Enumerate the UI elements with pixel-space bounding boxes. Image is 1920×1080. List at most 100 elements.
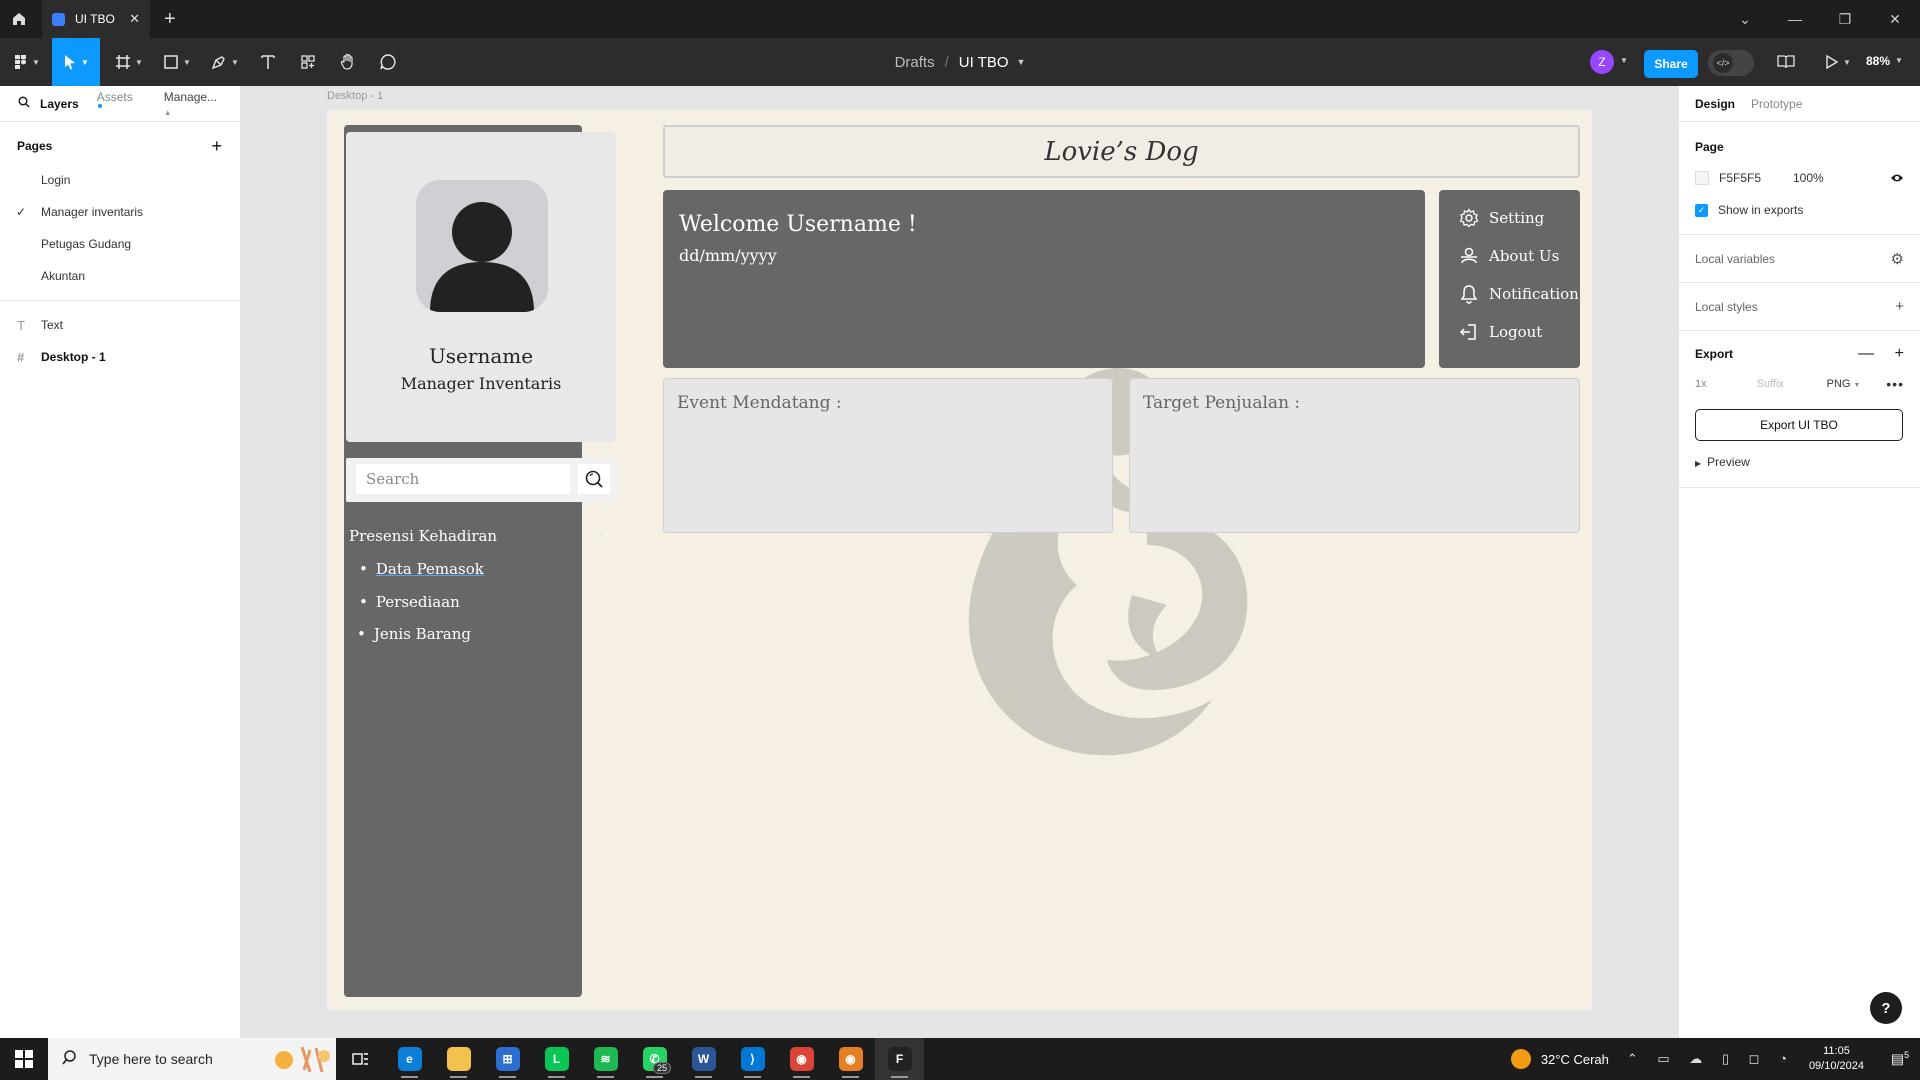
comment-tool-button[interactable] bbox=[372, 38, 404, 86]
window-tab-bar: UI TBO ✕ + ⌄ — ❐ ✕ bbox=[0, 0, 1920, 38]
layer-item[interactable]: # Desktop - 1 bbox=[0, 341, 240, 373]
local-variables-row[interactable]: Local variables ⚙ bbox=[1679, 235, 1920, 283]
chevron-down-icon[interactable]: ▼ bbox=[1895, 56, 1903, 65]
add-style-icon[interactable]: + bbox=[1895, 298, 1904, 315]
menu-item-persediaan[interactable]: • Persediaan bbox=[359, 593, 460, 611]
search-icon[interactable] bbox=[18, 96, 30, 111]
page-item[interactable]: Akuntan bbox=[0, 260, 240, 292]
text-tool-button[interactable] bbox=[252, 38, 284, 86]
taskbar-app-word[interactable]: W bbox=[679, 1038, 728, 1080]
more-options-icon[interactable]: ••• bbox=[1886, 376, 1904, 392]
shape-tool-button[interactable]: ▼ bbox=[158, 38, 196, 86]
tab-list-chevron-icon[interactable]: ⌄ bbox=[1720, 11, 1770, 28]
restore-button[interactable]: ❐ bbox=[1820, 11, 1870, 28]
dev-mode-toggle[interactable]: </> bbox=[1708, 50, 1754, 76]
page-opacity-value[interactable]: 100% bbox=[1793, 171, 1824, 185]
page-item[interactable]: Petugas Gudang bbox=[0, 228, 240, 260]
desktop-frame[interactable]: Username Manager Inventaris Presensi Keh… bbox=[327, 110, 1592, 1010]
menu-presensi-kehadiran[interactable]: Presensi Kehadiran › bbox=[349, 527, 609, 545]
running-indicator bbox=[597, 1076, 614, 1078]
taskbar-app-whatsapp[interactable]: ✆ 25 bbox=[630, 1038, 679, 1080]
clock[interactable]: 11:05 09/10/2024 bbox=[1809, 1044, 1864, 1074]
close-tab-icon[interactable]: ✕ bbox=[129, 11, 140, 27]
export-suffix-input[interactable]: Suffix bbox=[1757, 378, 1827, 390]
taskbar-search[interactable]: Type here to search bbox=[48, 1038, 336, 1080]
tab-assets[interactable]: Assets bbox=[97, 90, 134, 118]
taskbar-apps: e ⊞ L ≋ ✆ 25 W ⟩ ◉ ◉ F bbox=[385, 1038, 924, 1080]
pen-tool-button[interactable]: ▼ bbox=[206, 38, 244, 86]
export-format-select[interactable]: PNG ▼ bbox=[1827, 378, 1861, 390]
tab-layers[interactable]: Layers bbox=[40, 97, 79, 111]
minimize-button[interactable]: — bbox=[1770, 11, 1820, 27]
tab-design[interactable]: Design bbox=[1695, 97, 1735, 111]
menu-setting[interactable]: Setting bbox=[1459, 208, 1544, 228]
add-export-icon[interactable]: + bbox=[1895, 345, 1904, 363]
eye-icon[interactable] bbox=[1890, 171, 1904, 186]
frame-label[interactable]: Desktop - 1 bbox=[327, 90, 383, 102]
comment-icon bbox=[380, 54, 396, 70]
menu-setting-label: Setting bbox=[1489, 209, 1545, 227]
taskbar-app-chrome-2[interactable]: ◉ bbox=[826, 1038, 875, 1080]
menu-logout-label: Logout bbox=[1489, 323, 1543, 341]
search-input[interactable] bbox=[356, 464, 570, 494]
present-button[interactable]: ▼ bbox=[1818, 38, 1858, 86]
taskbar-app-vscode[interactable]: ⟩ bbox=[728, 1038, 777, 1080]
page-item[interactable]: ✓ Manager inventaris bbox=[0, 196, 240, 228]
breadcrumb-drafts[interactable]: Drafts bbox=[895, 54, 935, 71]
notification-center-button[interactable]: ▤5 bbox=[1880, 1050, 1920, 1068]
resources-tool-button[interactable] bbox=[292, 38, 324, 86]
page-color-swatch[interactable] bbox=[1695, 171, 1709, 185]
menu-notification[interactable]: Notification bbox=[1459, 284, 1579, 304]
taskbar-app-line[interactable]: L bbox=[532, 1038, 581, 1080]
export-button[interactable]: Export UI TBO bbox=[1695, 409, 1903, 441]
menu-item-jenis-barang[interactable]: • Jenis Barang bbox=[357, 625, 471, 643]
main-menu-button[interactable]: ▼ bbox=[10, 38, 44, 86]
page-item[interactable]: Login bbox=[0, 164, 240, 196]
menu-logout[interactable]: Logout bbox=[1459, 322, 1542, 342]
taskbar-app-store[interactable]: ⊞ bbox=[483, 1038, 532, 1080]
weather-widget[interactable]: 32°C Cerah bbox=[1510, 1049, 1609, 1069]
page-color-row: F5F5F5 100% bbox=[1695, 166, 1904, 190]
welcome-date: dd/mm/yyyy bbox=[679, 246, 777, 265]
start-button[interactable] bbox=[0, 1038, 48, 1080]
store-icon: ⊞ bbox=[495, 1047, 520, 1071]
frame-icon bbox=[116, 55, 131, 69]
tab-manage-page[interactable]: Manage... ▲ bbox=[164, 90, 222, 118]
tray-icons[interactable]: ⌃ ▭ ☁ ▯ ◻ ◔ bbox=[1627, 1051, 1795, 1067]
close-window-button[interactable]: ✕ bbox=[1870, 11, 1920, 28]
new-tab-button[interactable]: + bbox=[164, 8, 176, 31]
menu-about-us[interactable]: About Us bbox=[1459, 246, 1559, 266]
taskbar-app-chrome[interactable]: ◉ bbox=[777, 1038, 826, 1080]
chevron-down-icon[interactable]: ▼ bbox=[1017, 57, 1026, 67]
move-tool-button[interactable]: ▼ bbox=[52, 38, 100, 86]
user-avatar[interactable]: Z bbox=[1590, 50, 1614, 74]
variables-icon[interactable]: ⚙ bbox=[1891, 250, 1904, 268]
taskbar-app-file-explorer[interactable] bbox=[434, 1038, 483, 1080]
page-color-value[interactable]: F5F5F5 bbox=[1719, 171, 1793, 185]
taskbar-app-edge[interactable]: e bbox=[385, 1038, 434, 1080]
breadcrumb-file-name[interactable]: UI TBO bbox=[959, 54, 1009, 71]
show-in-exports-checkbox[interactable]: ✓ bbox=[1695, 203, 1708, 217]
file-tab[interactable]: UI TBO ✕ bbox=[42, 0, 150, 38]
local-styles-row[interactable]: Local styles + bbox=[1679, 283, 1920, 331]
chevron-down-icon[interactable]: ▼ bbox=[1620, 56, 1628, 65]
profile-role: Manager Inventaris bbox=[400, 374, 562, 393]
tab-prototype[interactable]: Prototype bbox=[1751, 97, 1802, 111]
zoom-level[interactable]: 88% bbox=[1866, 54, 1890, 68]
remove-export-icon[interactable]: — bbox=[1858, 345, 1874, 363]
search-button[interactable] bbox=[578, 464, 610, 494]
library-button[interactable] bbox=[1770, 38, 1802, 86]
add-page-icon[interactable]: + bbox=[211, 136, 222, 157]
export-scale-select[interactable]: 1x bbox=[1695, 378, 1707, 390]
taskbar-app-figma[interactable]: F bbox=[875, 1038, 924, 1080]
share-button[interactable]: Share bbox=[1644, 50, 1698, 78]
layer-item[interactable]: T Text bbox=[0, 309, 240, 341]
hand-tool-button[interactable] bbox=[332, 38, 364, 86]
menu-item-data-pemasok[interactable]: • Data Pemasok bbox=[359, 560, 484, 578]
task-view-button[interactable] bbox=[336, 1038, 385, 1080]
home-button[interactable] bbox=[0, 0, 38, 38]
taskbar-app-spotify[interactable]: ≋ bbox=[581, 1038, 630, 1080]
preview-toggle[interactable]: ▶ Preview bbox=[1695, 455, 1904, 469]
help-button[interactable]: ? bbox=[1870, 992, 1902, 1024]
frame-tool-button[interactable]: ▼ bbox=[110, 38, 148, 86]
